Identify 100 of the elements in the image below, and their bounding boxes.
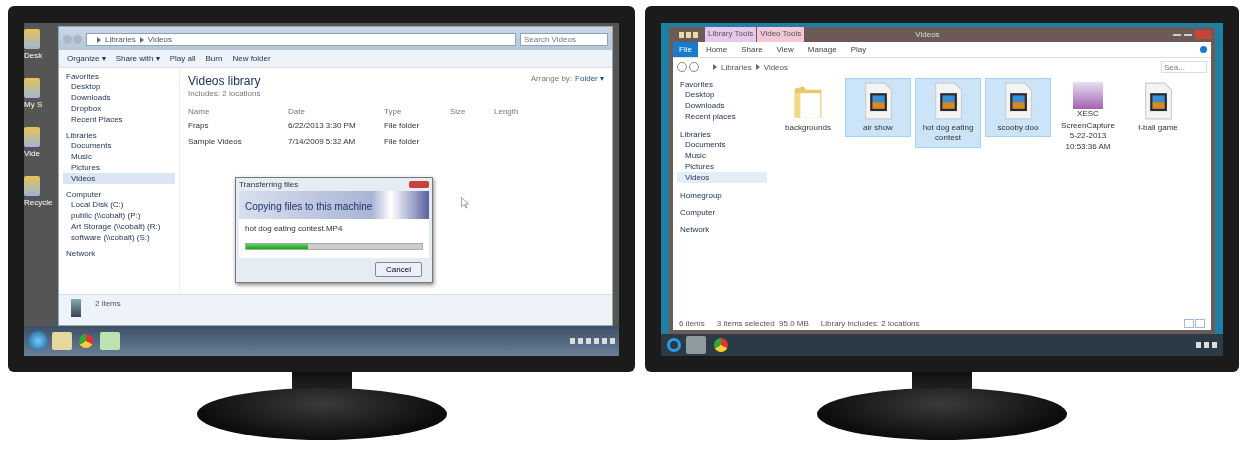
nav-group-item[interactable]: Libraries (677, 130, 767, 139)
desktop-icon-label: Recycle (24, 198, 53, 207)
system-tray-icons[interactable] (1196, 342, 1217, 348)
cursor-icon (461, 197, 469, 209)
file-name: backgrounds (785, 123, 831, 134)
nav-item[interactable]: Videos (63, 173, 175, 184)
nav-item[interactable]: Music (677, 150, 767, 161)
breadcrumb-item[interactable]: Videos (763, 62, 788, 72)
status-text: Library includes: 2 locations (820, 319, 920, 328)
ribbon-tab[interactable]: Home (699, 42, 734, 57)
library-icon (71, 299, 81, 317)
help-icon[interactable] (1200, 46, 1207, 53)
chevron-icon (713, 64, 717, 70)
file-tile[interactable]: XESC ScreenCapture 5-22-2013 10:53:36 AM (1055, 78, 1121, 157)
nav-item[interactable]: Pictures (63, 162, 175, 173)
file-tile[interactable]: air show (845, 78, 911, 138)
file-tile[interactable]: backgrounds (775, 78, 841, 138)
nav-group-item[interactable]: Libraries (63, 131, 175, 140)
chevron-icon (139, 36, 144, 43)
nav-item[interactable]: Local Disk (C:) (63, 199, 175, 210)
context-tab[interactable]: Library Tools (705, 27, 757, 42)
chevron-icon (755, 64, 760, 70)
breadcrumb-item[interactable]: Libraries (105, 35, 136, 44)
nav-item[interactable]: Music (63, 151, 175, 162)
nav-group-item[interactable]: Computer (677, 208, 767, 217)
nav-item[interactable]: Desktop (63, 81, 175, 92)
status-text: 3 items selected 95.0 MB (716, 319, 809, 328)
nav-group-item[interactable]: Network (63, 249, 175, 258)
file-name: hot dog eating contest.MP4 (245, 224, 344, 233)
table-cell[interactable]: Fraps (188, 119, 288, 132)
arrange-label: Arrange by: (530, 74, 573, 83)
file-tile[interactable]: t-ball game (1125, 78, 1191, 138)
close-icon[interactable] (409, 181, 429, 188)
screen-capture-file-icon: XESC (1073, 82, 1103, 118)
table-cell[interactable]: Sample Videos (188, 135, 288, 148)
ribbon-tab[interactable]: Manage (801, 42, 843, 57)
table-cell-text: File folder (384, 120, 421, 132)
address-bar[interactable]: Libraries Videos (86, 33, 516, 46)
desktop-icon-label: Vide (24, 149, 40, 158)
file-name: ScreenCapture 5-22-2013 10:53:36 AM (1060, 121, 1116, 153)
ribbon-tab[interactable]: Share (735, 42, 769, 57)
dialog-heading: Copying files to this machine (245, 201, 373, 212)
search-field[interactable]: Search Videos (520, 33, 608, 46)
file-name: t-ball game (1138, 123, 1178, 134)
nav-item[interactable]: Downloads (63, 92, 175, 103)
nav-group-item[interactable]: Favorites (677, 80, 767, 89)
nav-group-item[interactable]: Network (677, 225, 767, 234)
nav-item[interactable]: Documents (677, 139, 767, 150)
status-text: 6 items (679, 319, 705, 328)
window-controls[interactable] (1173, 30, 1211, 39)
file-name: air show (863, 123, 893, 134)
ribbon-tab[interactable]: View (770, 42, 800, 57)
nav-item[interactable]: Recent places (677, 111, 767, 122)
nav-item[interactable]: Downloads (677, 100, 767, 111)
file-name: scooby doo (997, 123, 1039, 134)
desktop-icon-label: My S (24, 100, 43, 109)
ribbon-tab[interactable]: File (673, 42, 698, 57)
toolbar-button[interactable]: Play all (167, 52, 198, 65)
library-title: Videos library (188, 74, 261, 88)
toolbar-button[interactable]: Burn (203, 52, 225, 65)
table-cell-text: File folder (384, 136, 421, 148)
ribbon-tab[interactable]: Play (844, 42, 873, 57)
file-tile[interactable]: scooby doo (985, 78, 1051, 138)
cancel-button[interactable]: Cancel (375, 262, 422, 277)
nav-item[interactable]: Pictures (677, 161, 767, 172)
toolbar-button[interactable]: New folder (230, 52, 273, 65)
window-title: Videos (915, 30, 940, 39)
column-header[interactable]: Date (288, 107, 384, 116)
nav-item[interactable]: Recent Places (63, 114, 175, 125)
breadcrumb-item[interactable]: Videos (147, 35, 172, 44)
column-header[interactable]: Type (384, 107, 450, 116)
nav-item[interactable]: Documents (63, 140, 175, 151)
toolbar-button[interactable]: Share with ▾ (113, 52, 162, 65)
nav-group-item[interactable]: Homegroup (677, 191, 767, 200)
nav-item[interactable]: Videos (677, 172, 767, 183)
start-button[interactable] (28, 331, 48, 351)
nav-item[interactable]: software (\\cobalt) (S:) (63, 232, 175, 243)
address-bar[interactable]: Libraries Videos (703, 61, 1157, 73)
desktop-icon-label: Desk (24, 51, 43, 60)
nav-item[interactable]: Desktop (677, 89, 767, 100)
nav-item[interactable]: Art Storage (\\cobalt) (R:) (63, 221, 175, 232)
dialog-title: Transferring files (239, 180, 299, 189)
browser-icon[interactable] (714, 338, 728, 352)
column-header[interactable]: Length (494, 107, 604, 116)
system-tray-icons[interactable] (570, 338, 615, 344)
column-header[interactable]: Size (450, 107, 494, 116)
file-tile[interactable]: hot dog eating contest (915, 78, 981, 148)
breadcrumb-item[interactable]: Libraries (721, 62, 752, 72)
table-cell-text: 7/14/2009 5:32 AM (288, 136, 357, 148)
nav-item[interactable]: public (\\cobalt) (P:) (63, 210, 175, 221)
context-tab[interactable]: Video Tools (757, 27, 805, 42)
library-subtitle: Includes: 2 locations (188, 89, 261, 98)
toolbar-button[interactable]: Organize ▾ (65, 52, 108, 65)
nav-group-item[interactable]: Favorites (63, 72, 175, 81)
arrange-dropdown[interactable]: Folder ▾ (575, 74, 604, 83)
nav-group-item[interactable]: Computer (63, 190, 175, 199)
browser-icon[interactable] (79, 334, 93, 348)
nav-item[interactable]: Dropbox (63, 103, 175, 114)
column-header[interactable]: Name (188, 107, 288, 116)
view-toggle-icons[interactable] (1184, 319, 1205, 328)
